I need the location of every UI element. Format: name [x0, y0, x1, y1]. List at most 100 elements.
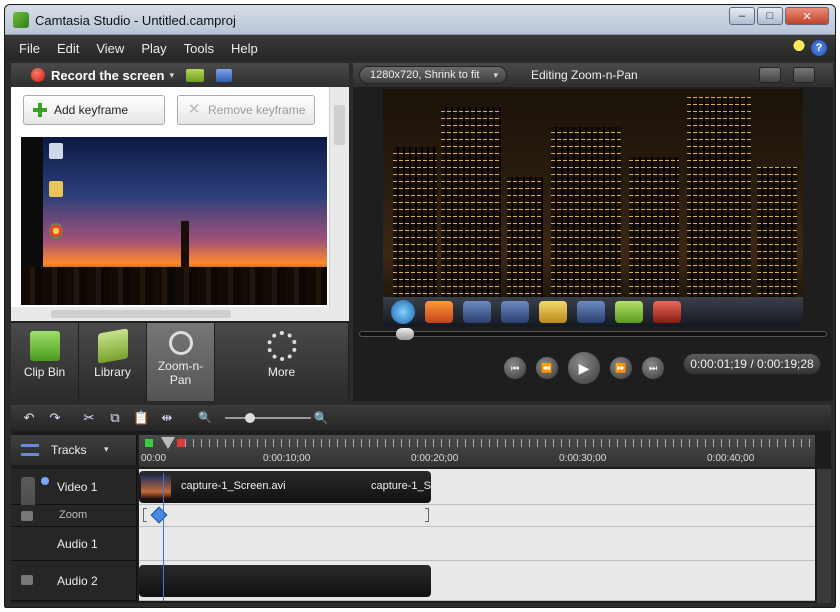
track-audio-2: Audio 2 [11, 561, 815, 601]
paste-icon[interactable]: 📋 [133, 410, 149, 426]
zoom-out-icon[interactable]: 🔍 [197, 410, 213, 426]
track-lane[interactable] [139, 527, 815, 561]
timeline-zoom-slider[interactable] [225, 413, 311, 423]
audio-clip[interactable] [139, 565, 431, 597]
building [687, 97, 751, 297]
task-pane: Record the screen ▾ Add keyframe ✕ Remov… [11, 63, 349, 401]
track-zoom: Zoom [11, 505, 815, 527]
zoom-in-icon[interactable]: 🔍 [313, 410, 329, 426]
add-keyframe-label: Add keyframe [54, 103, 129, 117]
tab-library[interactable]: Library [79, 323, 147, 401]
menu-file[interactable]: File [19, 41, 40, 56]
canvas-size-dropdown[interactable]: 1280x720, Shrink to fit ▾ [359, 66, 507, 84]
rewind-button[interactable]: ⏪ [535, 356, 559, 380]
play-button[interactable]: ▶ [567, 351, 601, 385]
zoom-icon [168, 331, 193, 355]
tracks-menu[interactable]: Tracks ▾ [11, 435, 137, 465]
playhead-line [163, 473, 164, 601]
track-header[interactable]: Audio 2 [11, 561, 137, 601]
taskbar-recorder-icon [653, 301, 681, 323]
video-preview[interactable] [383, 89, 803, 327]
menu-edit[interactable]: Edit [57, 41, 79, 56]
zoom-keyframe-marker[interactable] [150, 506, 168, 524]
timeline-ruler[interactable]: 00:00 0:00:10;00 0:00:20;00 0:00:30;00 0… [139, 435, 815, 467]
building [757, 167, 797, 297]
capture-options-icon[interactable] [215, 68, 232, 82]
cut-icon[interactable]: ✂ [81, 410, 97, 426]
close-button[interactable]: ✕ [785, 7, 829, 25]
selection-end-marker[interactable] [177, 439, 185, 447]
video-clip[interactable]: capture-1_Screen.avi capture-1_S [139, 471, 431, 503]
camtasia-window: Camtasia Studio - Untitled.camproj – □ ✕… [4, 4, 836, 608]
ruler-label: 0:00:30;00 [559, 453, 607, 464]
selection-start-marker[interactable] [145, 439, 153, 447]
record-dropdown-icon[interactable]: ▾ [169, 70, 174, 81]
track-name: Video 1 [57, 480, 98, 494]
track-header[interactable]: Zoom [11, 505, 137, 527]
fit-canvas-button[interactable] [759, 67, 781, 83]
ruler-label: 00:00 [141, 453, 167, 464]
menu-play[interactable]: Play [141, 41, 166, 56]
scrubber-thumb[interactable] [396, 328, 414, 340]
remove-keyframe-button[interactable]: ✕ Remove keyframe [177, 95, 315, 125]
timeline-toolbar: ↶ ↷ ✂ ⧉ 📋 ⇹ 🔍 🔍 [11, 405, 831, 431]
track-header[interactable]: Video 1 [11, 469, 137, 549]
track-expand-icon[interactable] [41, 477, 49, 485]
import-folder-icon[interactable] [185, 68, 204, 82]
help-icon[interactable]: ? [811, 40, 827, 56]
track-lane[interactable] [139, 561, 815, 601]
next-clip-button[interactable]: ⏭ [641, 356, 665, 380]
track-header[interactable]: Audio 1 [11, 527, 137, 561]
split-icon[interactable]: ⇹ [159, 410, 175, 426]
tab-more[interactable]: More [215, 323, 349, 401]
tab-clip-bin-label: Clip Bin [23, 365, 66, 379]
canvas-toolbar: 1280x720, Shrink to fit ▾ Editing Zoom-n… [353, 63, 833, 87]
lock-icon[interactable] [21, 575, 33, 585]
maximize-button[interactable]: □ [757, 7, 783, 25]
menu-tools[interactable]: Tools [184, 41, 214, 56]
playback-controls: ⏮ ⏪ ▶ ⏩ ⏭ [503, 351, 665, 385]
tracks-label: Tracks [51, 443, 87, 457]
horizontal-scrollbar[interactable] [11, 307, 349, 321]
redo-icon[interactable]: ↷ [47, 410, 63, 426]
previous-clip-button[interactable]: ⏮ [503, 356, 527, 380]
lock-icon[interactable] [21, 511, 33, 521]
lightbulb-icon[interactable] [793, 40, 805, 56]
chevron-down-icon: ▾ [104, 444, 109, 454]
taskbar-app-icon [577, 301, 605, 323]
fast-forward-button[interactable]: ⏩ [609, 356, 633, 380]
detach-preview-button[interactable] [793, 67, 815, 83]
minimize-button[interactable]: – [729, 7, 755, 25]
copy-icon[interactable]: ⧉ [107, 410, 123, 426]
editing-mode-label: Editing Zoom-n-Pan [531, 68, 638, 82]
record-icon[interactable] [31, 68, 45, 82]
tracks-icon [21, 444, 39, 456]
tab-library-label: Library [94, 365, 131, 379]
record-screen-button[interactable]: Record the screen [51, 68, 164, 83]
folder-desktop-icon [49, 181, 63, 197]
tab-more-label: More [267, 365, 296, 379]
track-lane[interactable] [139, 505, 815, 527]
building [393, 147, 437, 297]
camtasia-app-icon [13, 12, 29, 28]
zoom-pan-preview[interactable] [21, 137, 327, 305]
menu-view[interactable]: View [96, 41, 124, 56]
ruler-label: 0:00:20;00 [411, 453, 459, 464]
vertical-scrollbar[interactable] [329, 87, 349, 307]
tab-zoom-n-pan-label: Zoom-n- Pan [157, 359, 204, 387]
plus-icon [32, 102, 48, 118]
undo-icon[interactable]: ↶ [21, 410, 37, 426]
add-keyframe-button[interactable]: Add keyframe [23, 95, 165, 125]
clip-title: capture-1_Screen.avi [181, 480, 286, 492]
firefox-icon [425, 301, 453, 323]
tab-zoom-n-pan[interactable]: Zoom-n- Pan [147, 323, 215, 401]
taskbar-app-icon [501, 301, 529, 323]
menu-help[interactable]: Help [231, 41, 258, 56]
playback-scrubber[interactable] [359, 328, 827, 340]
taskbar-camtasia-icon [615, 301, 643, 323]
track-lane[interactable]: capture-1_Screen.avi capture-1_S [139, 469, 815, 505]
more-icon [266, 331, 297, 361]
tool-tabs: Clip Bin Library Zoom-n- Pan More [11, 323, 349, 401]
timeline-vertical-scrollbar[interactable] [817, 469, 831, 603]
tab-clip-bin[interactable]: Clip Bin [11, 323, 79, 401]
